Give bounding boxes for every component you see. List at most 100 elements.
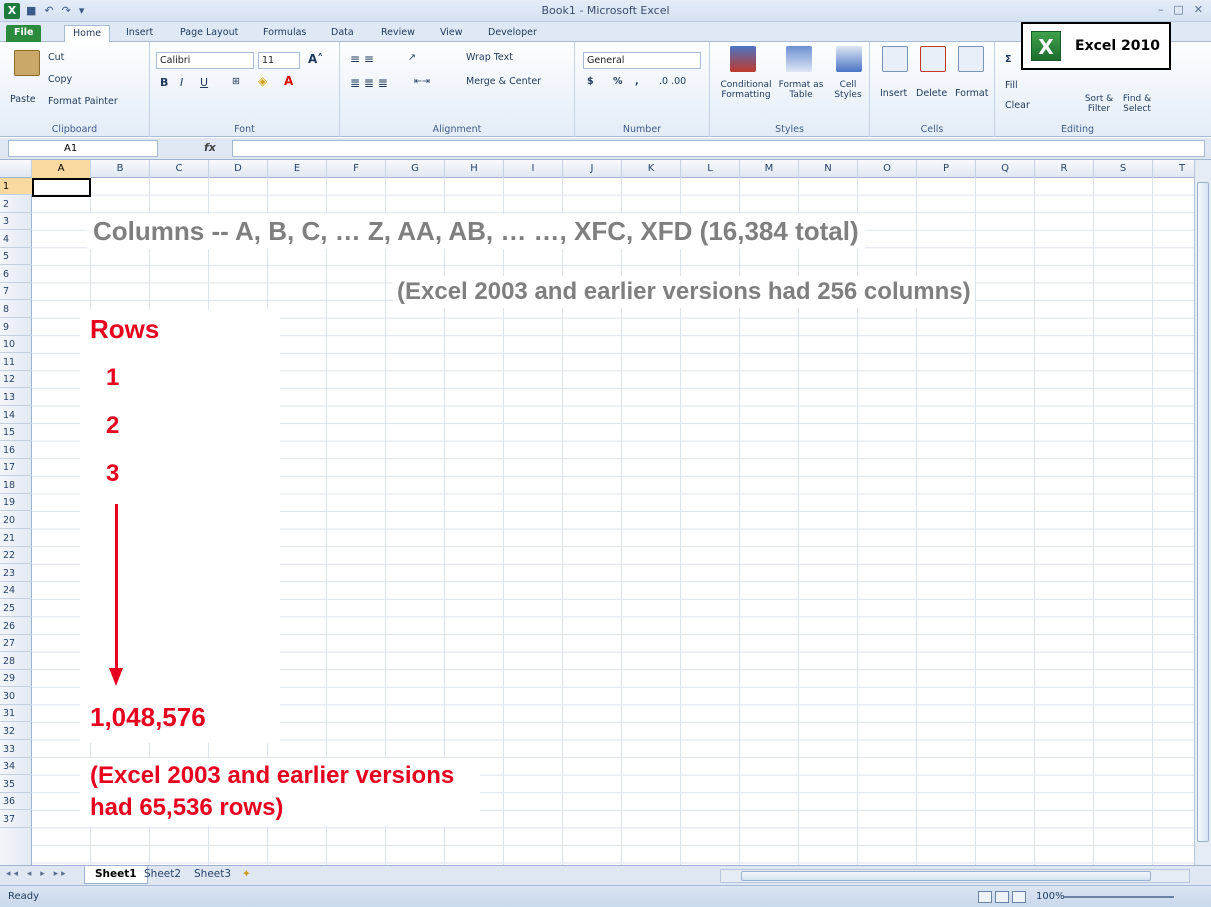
row-header-8[interactable]: 8 [0,301,32,319]
minimize-icon[interactable]: – [1158,3,1164,16]
horizontal-scroll-thumb[interactable] [741,871,1151,881]
grow-font-icon[interactable]: A˄ [308,52,323,66]
conditional-formatting-icon[interactable] [730,46,756,72]
conditional-formatting-button[interactable]: Conditional Formatting [716,80,776,100]
column-header-i[interactable]: I [504,160,563,178]
row-header-36[interactable]: 36 [0,793,32,811]
row-header-18[interactable]: 18 [0,477,32,494]
decimal-icon[interactable]: .0 .00 [659,76,686,87]
column-header-d[interactable]: D [209,160,268,178]
column-header-b[interactable]: B [91,160,150,178]
row-header-37[interactable]: 37 [0,811,32,828]
format-as-table-button[interactable]: Format as Table [776,80,826,100]
cell-styles-button[interactable]: Cell Styles [828,80,868,100]
column-header-p[interactable]: P [917,160,976,178]
autosum-button[interactable]: Σ [1005,54,1012,65]
select-all-corner[interactable] [0,160,32,178]
column-header-r[interactable]: R [1035,160,1094,178]
row-header-12[interactable]: 12 [0,371,32,389]
column-header-k[interactable]: K [622,160,681,178]
paste-button[interactable]: Paste [10,94,36,105]
row-header-29[interactable]: 29 [0,670,32,688]
column-header-g[interactable]: G [386,160,445,178]
row-header-1[interactable]: 1 [0,178,32,195]
delete-button[interactable]: Delete [916,88,947,99]
column-header-t[interactable]: T [1153,160,1194,178]
column-header-q[interactable]: Q [976,160,1035,178]
column-header-o[interactable]: O [858,160,917,178]
row-header-25[interactable]: 25 [0,600,32,617]
column-header-h[interactable]: H [445,160,504,178]
merge-center-button[interactable]: Merge & Center [466,76,541,87]
row-header-2[interactable]: 2 [0,196,32,213]
format-table-icon[interactable] [786,46,812,72]
fill-button[interactable]: Fill [1005,80,1018,91]
underline-button[interactable]: U [200,76,208,89]
formula-input[interactable] [232,140,1205,157]
tab-data[interactable]: Data [323,25,362,42]
column-header-l[interactable]: L [681,160,740,178]
row-header-22[interactable]: 22 [0,547,32,565]
page-break-view-icon[interactable] [1012,891,1026,903]
delete-cells-icon[interactable] [920,46,946,72]
insert-button[interactable]: Insert [880,88,907,99]
borders-icon[interactable]: ⊞ [232,76,240,87]
row-header-21[interactable]: 21 [0,530,32,547]
active-cell[interactable] [32,178,91,197]
format-cells-icon[interactable] [958,46,984,72]
row-header-6[interactable]: 6 [0,266,32,283]
horizontal-scrollbar[interactable] [720,869,1190,883]
column-header-j[interactable]: J [563,160,622,178]
row-header-16[interactable]: 16 [0,442,32,459]
insert-sheet-icon[interactable]: ✦ [232,866,261,884]
tab-developer[interactable]: Developer [480,25,545,42]
row-header-19[interactable]: 19 [0,494,32,512]
page-layout-view-icon[interactable] [995,891,1009,903]
comma-button[interactable]: , [635,76,639,87]
column-header-s[interactable]: S [1094,160,1153,178]
row-header-35[interactable]: 35 [0,776,32,793]
insert-cells-icon[interactable] [882,46,908,72]
clear-button[interactable]: Clear [1005,100,1030,111]
tab-review[interactable]: Review [373,25,423,42]
tab-file[interactable]: File [6,25,42,42]
insert-function-icon[interactable]: fx [204,141,216,154]
row-header-20[interactable]: 20 [0,512,32,530]
format-painter-button[interactable]: Format Painter [48,96,118,107]
tab-insert[interactable]: Insert [118,25,161,42]
zoom-slider[interactable] [1064,896,1174,898]
row-header-33[interactable]: 33 [0,741,32,758]
tab-view[interactable]: View [432,25,471,42]
font-name-select[interactable]: Calibri [156,52,254,69]
bold-button[interactable]: B [160,76,168,89]
sort-filter-button[interactable]: Sort & Filter [1079,94,1119,114]
copy-button[interactable]: Copy [48,74,72,85]
italic-button[interactable]: I [180,76,183,89]
find-select-button[interactable]: Find & Select [1117,94,1157,114]
font-size-select[interactable]: 11 [258,52,300,69]
row-header-31[interactable]: 31 [0,705,32,723]
cell-styles-icon[interactable] [836,46,862,72]
row-header-17[interactable]: 17 [0,459,32,477]
row-header-26[interactable]: 26 [0,618,32,635]
paste-icon[interactable] [14,50,40,76]
align-top-icon[interactable]: ≡ ≡ [350,52,374,66]
column-header-m[interactable]: M [740,160,799,178]
row-header-24[interactable]: 24 [0,582,32,600]
row-header-3[interactable]: 3 [0,213,32,231]
row-header-27[interactable]: 27 [0,635,32,653]
fill-color-icon[interactable]: ◈ [258,74,267,88]
orientation-icon[interactable]: ↗ [408,52,416,63]
row-header-23[interactable]: 23 [0,565,32,582]
align-left-icon[interactable]: ≣ ≣ ≣ [350,76,388,90]
name-box[interactable]: A1 [8,140,158,157]
restore-icon[interactable]: □ [1173,3,1183,16]
column-header-n[interactable]: N [799,160,858,178]
row-header-11[interactable]: 11 [0,354,32,371]
column-header-f[interactable]: F [327,160,386,178]
row-header-15[interactable]: 15 [0,424,32,442]
row-header-10[interactable]: 10 [0,336,32,354]
sheet-tab-2[interactable]: Sheet2 [134,866,191,884]
cut-button[interactable]: Cut [48,52,64,63]
column-header-a[interactable]: A [32,160,91,178]
